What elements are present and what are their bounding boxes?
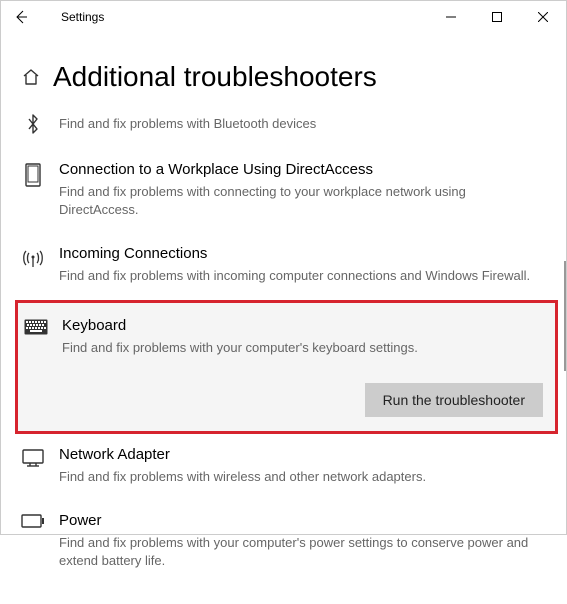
antenna-icon: [21, 247, 45, 269]
battery-icon: [21, 514, 45, 528]
scrollbar[interactable]: [564, 261, 566, 371]
troubleshooter-title: Network Adapter: [59, 446, 546, 464]
network-adapter-icon: [21, 448, 45, 468]
bluetooth-icon: [21, 113, 45, 135]
troubleshooter-keyboard[interactable]: Keyboard Find and fix problems with your…: [15, 300, 558, 434]
keyboard-icon: [24, 319, 48, 357]
troubleshooter-title: Connection to a Workplace Using DirectAc…: [59, 161, 546, 179]
window-title: Settings: [61, 10, 104, 24]
page-title: Additional troubleshooters: [53, 61, 377, 93]
troubleshooter-power[interactable]: Power Find and fix problems with your co…: [21, 500, 546, 584]
run-troubleshooter-button[interactable]: Run the troubleshooter: [365, 383, 543, 417]
troubleshooter-desc: Find and fix problems with Bluetooth dev…: [59, 115, 546, 133]
home-icon[interactable]: [21, 67, 41, 87]
monitor-icon: [21, 163, 45, 187]
troubleshooter-bluetooth[interactable]: Bluetooth Find and fix problems with Blu…: [21, 111, 546, 149]
troubleshooter-title: Power: [59, 512, 546, 530]
minimize-button[interactable]: [428, 1, 474, 33]
troubleshooter-desc: Find and fix problems with incoming comp…: [59, 267, 546, 285]
back-button[interactable]: [5, 1, 37, 33]
troubleshooter-desc: Find and fix problems with connecting to…: [59, 183, 546, 219]
troubleshooter-network[interactable]: Network Adapter Find and fix problems wi…: [21, 434, 546, 500]
troubleshooter-desc: Find and fix problems with your computer…: [62, 339, 543, 357]
troubleshooter-title: Keyboard: [62, 317, 543, 335]
troubleshooter-title: Incoming Connections: [59, 245, 546, 263]
troubleshooter-directaccess[interactable]: Connection to a Workplace Using DirectAc…: [21, 149, 546, 233]
troubleshooter-desc: Find and fix problems with your computer…: [59, 534, 546, 570]
troubleshooter-desc: Find and fix problems with wireless and …: [59, 468, 546, 486]
maximize-button[interactable]: [474, 1, 520, 33]
close-button[interactable]: [520, 1, 566, 33]
titlebar: Settings: [1, 1, 566, 33]
troubleshooter-incoming[interactable]: Incoming Connections Find and fix proble…: [21, 233, 546, 299]
